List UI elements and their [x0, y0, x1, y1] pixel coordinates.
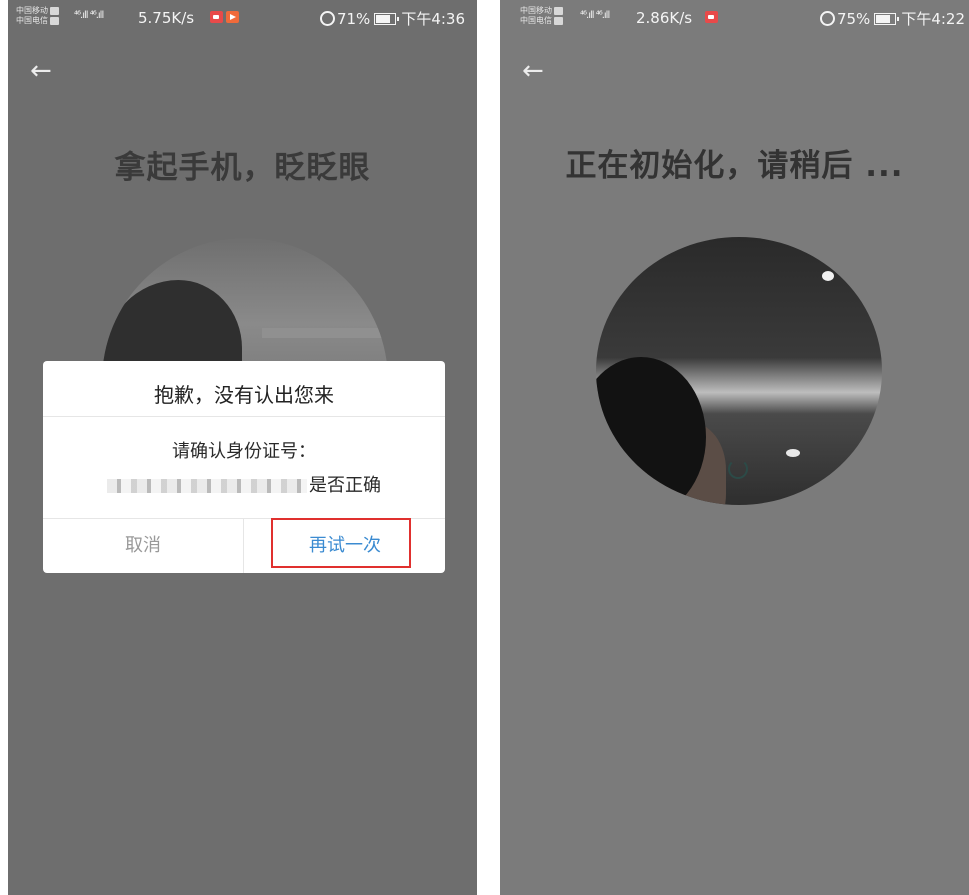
loading-spinner-icon — [728, 459, 748, 479]
hd-icon — [50, 16, 59, 25]
dialog-title: 抱歉，没有认出您来 — [154, 383, 334, 407]
error-dialog: 抱歉，没有认出您来 请确认身份证号： 是否正确 取消 再试一次 — [43, 361, 445, 573]
signal-icon: ⁴⁶.ıll ⁴⁶.ıll — [580, 10, 610, 21]
hd-icon — [50, 6, 59, 15]
status-bar: 中国移动 中国电信 ⁴⁶.ıll ⁴⁶.ıll 2.86K/s 75% 下午4:2… — [500, 0, 969, 34]
dialog-message-line2: 是否正确 — [43, 471, 445, 497]
back-arrow-icon[interactable]: ← — [30, 56, 60, 86]
carrier-2: 中国电信 — [520, 16, 552, 25]
network-speed: 2.86K/s — [636, 9, 693, 27]
signal-icon: ⁴⁶.ıll ⁴⁶.ıll — [74, 10, 104, 21]
cancel-button[interactable]: 取消 — [43, 519, 243, 573]
record-icon — [210, 11, 223, 23]
alarm-icon — [819, 11, 835, 26]
camera-preview — [596, 237, 882, 505]
play-icon — [226, 11, 239, 23]
alarm-icon — [319, 11, 335, 26]
masked-id-number — [107, 479, 307, 493]
network-speed: 5.75K/s — [138, 9, 195, 27]
carrier-1: 中国移动 — [520, 6, 552, 15]
right-phone-screen: 中国移动 中国电信 ⁴⁶.ıll ⁴⁶.ıll 2.86K/s 75% 下午4:2… — [500, 0, 969, 895]
status-right: 71% 下午4:36 — [319, 8, 465, 29]
carrier-1: 中国移动 — [16, 6, 48, 15]
battery-icon — [374, 13, 400, 25]
dialog-message-line1: 请确认身份证号： — [172, 441, 316, 462]
divider — [243, 519, 244, 573]
battery-percent: 71% — [336, 10, 371, 28]
battery-icon — [874, 13, 900, 25]
clock: 下午4:22 — [901, 10, 965, 28]
back-arrow-icon[interactable]: ← — [522, 56, 552, 86]
highlight-annotation — [271, 518, 411, 568]
carrier-info: 中国移动 中国电信 — [16, 6, 59, 26]
status-bar: 中国移动 中国电信 ⁴⁶.ıll ⁴⁶.ıll 5.75K/s 71% 下午4:3… — [8, 0, 477, 34]
dialog-message-suffix: 是否正确 — [309, 475, 381, 496]
left-phone-screen: 中国移动 中国电信 ⁴⁶.ıll ⁴⁶.ıll 5.75K/s 71% 下午4:3… — [8, 0, 477, 895]
clock: 下午4:36 — [401, 10, 465, 28]
record-icon — [705, 11, 718, 23]
status-right: 75% 下午4:22 — [819, 8, 965, 29]
divider — [43, 416, 445, 417]
page-title: 拿起手机，眨眨眼 — [114, 150, 371, 186]
hd-icon — [554, 16, 563, 25]
page-title: 正在初始化，请稍后 ... — [565, 148, 904, 184]
hd-icon — [554, 6, 563, 15]
carrier-2: 中国电信 — [16, 16, 48, 25]
carrier-info: 中国移动 中国电信 — [520, 6, 563, 26]
battery-percent: 75% — [836, 10, 871, 28]
